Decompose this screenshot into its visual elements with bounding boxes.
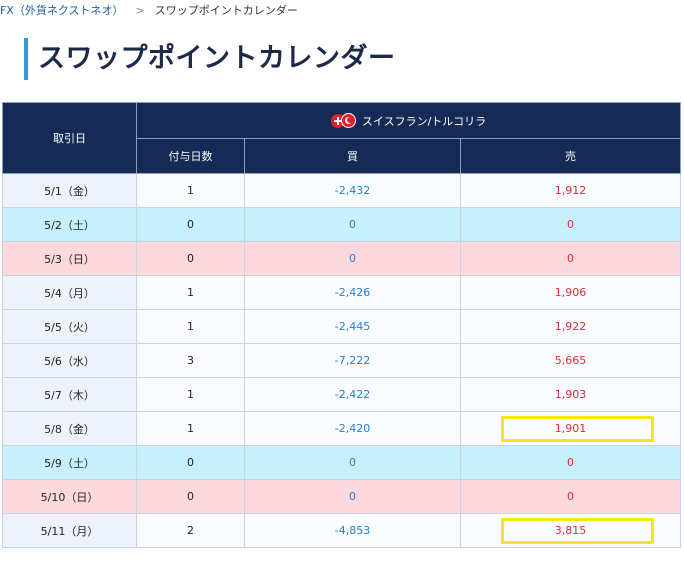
table-row: 5/5（火） 1 -2,445 1,922 bbox=[2, 309, 682, 344]
header-currency-pair: スイスフラン/トルコリラ bbox=[135, 102, 682, 139]
table-row: 5/2（土） 0 0 0 bbox=[2, 207, 682, 242]
sell-swap-cell: 0 bbox=[459, 207, 682, 242]
date-cell: 5/5（火） bbox=[2, 309, 137, 344]
table-row: 5/4（月） 1 -2,426 1,906 bbox=[2, 275, 682, 310]
header-grant-days: 付与日数 bbox=[136, 138, 245, 174]
buy-swap-cell: -7,222 bbox=[244, 343, 461, 378]
buy-swap-cell: -4,853 bbox=[244, 513, 461, 548]
date-cell: 5/1（金） bbox=[2, 173, 137, 208]
date-cell: 5/8（金） bbox=[2, 411, 137, 446]
sell-swap-cell: 1,922 bbox=[459, 309, 682, 344]
breadcrumb-current: スワップポイントカレンダー bbox=[154, 4, 298, 17]
date-cell: 5/6（水） bbox=[2, 343, 137, 378]
table-row: 5/6（水） 3 -7,222 5,665 bbox=[2, 343, 682, 378]
header-buy: 買 bbox=[244, 138, 461, 174]
date-cell: 5/7（木） bbox=[2, 377, 137, 412]
turkey-flag-icon bbox=[340, 112, 356, 128]
buy-swap-cell: -2,432 bbox=[244, 173, 461, 208]
buy-swap-cell: 0 bbox=[244, 479, 461, 514]
date-cell: 5/11（月） bbox=[2, 513, 137, 548]
buy-swap-cell: -2,445 bbox=[244, 309, 461, 344]
buy-swap-cell: -2,420 bbox=[244, 411, 461, 446]
sell-swap-cell: 0 bbox=[459, 479, 682, 514]
date-cell: 5/9（土） bbox=[2, 445, 137, 480]
grant-days-cell: 0 bbox=[136, 445, 245, 480]
grant-days-cell: 1 bbox=[136, 275, 245, 310]
sell-value: 1,901 bbox=[554, 422, 587, 435]
sell-swap-cell: 5,665 bbox=[459, 343, 682, 378]
header-sell: 売 bbox=[459, 138, 682, 174]
grant-days-cell: 1 bbox=[136, 377, 245, 412]
table-row: 5/10（日） 0 0 0 bbox=[2, 479, 682, 514]
currency-pair-label: スイスフラン/トルコリラ bbox=[361, 114, 487, 128]
sell-value: 3,815 bbox=[554, 524, 587, 537]
grant-days-cell: 0 bbox=[136, 241, 245, 276]
page-title-block: スワップポイントカレンダー bbox=[24, 38, 396, 80]
sell-swap-cell: 3,815 bbox=[459, 513, 682, 548]
swap-calendar-table: 取引日 スイスフラン/トルコリラ 付与日数 買 売 5/1（金） 1 -2,432 1… bbox=[2, 102, 682, 548]
breadcrumb-separator: > bbox=[135, 4, 145, 17]
table-body: 5/1（金） 1 -2,432 1,912 5/2（土） 0 0 0 5/3（日） 0 0 0 5/4（… bbox=[2, 173, 682, 548]
sell-swap-cell: 0 bbox=[459, 241, 682, 276]
grant-days-cell: 1 bbox=[136, 173, 245, 208]
buy-swap-cell: 0 bbox=[244, 445, 461, 480]
table-row: 5/11（月） 2 -4,853 3,815 bbox=[2, 513, 682, 548]
buy-swap-cell: -2,422 bbox=[244, 377, 461, 412]
grant-days-cell: 0 bbox=[136, 479, 245, 514]
buy-swap-cell: -2,426 bbox=[244, 275, 461, 310]
breadcrumb: FX（外貨ネクストネオ） > スワップポイントカレンダー bbox=[0, 2, 298, 18]
buy-swap-cell: 0 bbox=[244, 207, 461, 242]
table-row: 5/1（金） 1 -2,432 1,912 bbox=[2, 173, 682, 208]
date-cell: 5/4（月） bbox=[2, 275, 137, 310]
buy-swap-cell: 0 bbox=[244, 241, 461, 276]
date-cell: 5/10（日） bbox=[2, 479, 137, 514]
header-trade-date: 取引日 bbox=[2, 102, 137, 174]
sell-swap-cell: 0 bbox=[459, 445, 682, 480]
sell-swap-cell: 1,906 bbox=[459, 275, 682, 310]
breadcrumb-parent-link[interactable]: FX（外貨ネクストネオ） bbox=[0, 4, 124, 17]
date-cell: 5/3（日） bbox=[2, 241, 137, 276]
sell-swap-cell: 1,903 bbox=[459, 377, 682, 412]
page-title: スワップポイントカレンダー bbox=[38, 43, 396, 74]
sell-swap-cell: 1,901 bbox=[459, 411, 682, 446]
date-cell: 5/2（土） bbox=[2, 207, 137, 242]
grant-days-cell: 2 bbox=[136, 513, 245, 548]
table-row: 5/8（金） 1 -2,420 1,901 bbox=[2, 411, 682, 446]
grant-days-cell: 3 bbox=[136, 343, 245, 378]
table-row: 5/7（木） 1 -2,422 1,903 bbox=[2, 377, 682, 412]
grant-days-cell: 0 bbox=[136, 207, 245, 242]
grant-days-cell: 1 bbox=[136, 411, 245, 446]
table-row: 5/9（土） 0 0 0 bbox=[2, 445, 682, 480]
grant-days-cell: 1 bbox=[136, 309, 245, 344]
sell-swap-cell: 1,912 bbox=[459, 173, 682, 208]
table-row: 5/3（日） 0 0 0 bbox=[2, 241, 682, 276]
